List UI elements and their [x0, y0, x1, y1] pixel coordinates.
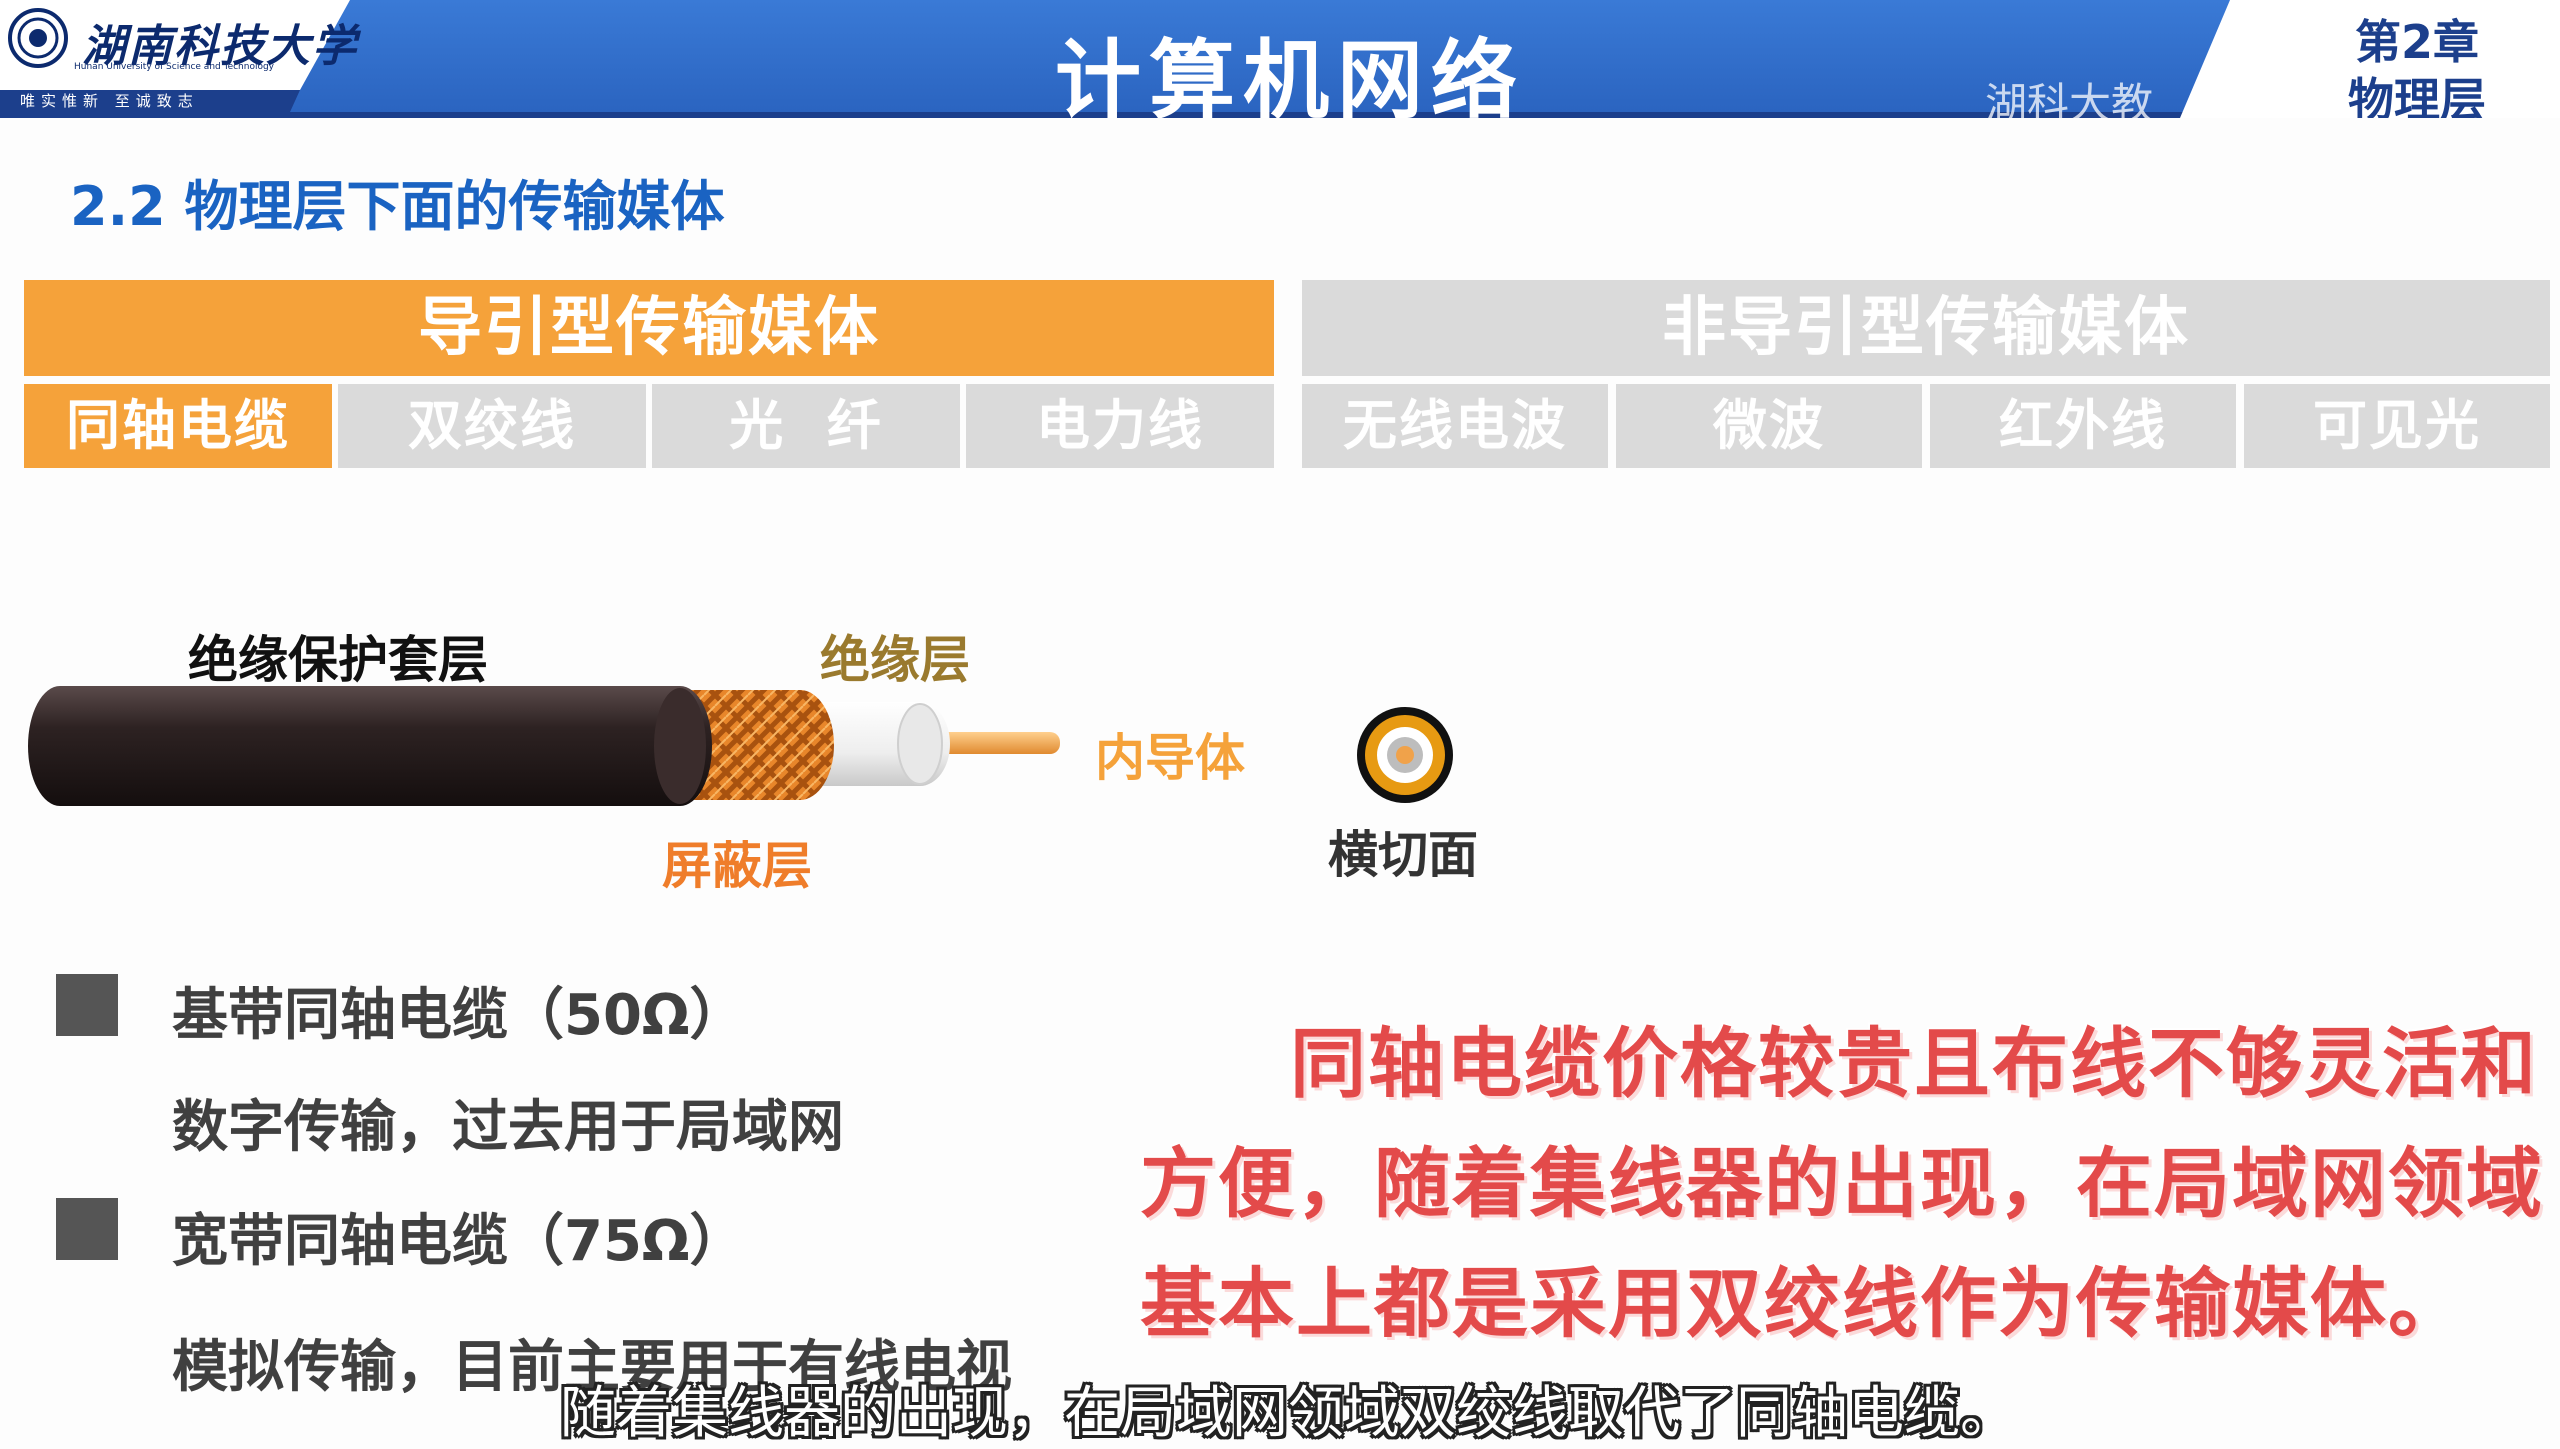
school-motto: 唯实惟新 至诚致志 — [20, 92, 199, 110]
category-unguided: 非导引型传输媒体 — [1302, 280, 2550, 376]
tab-infrared[interactable]: 红外线 — [1930, 384, 2236, 468]
chapter-number: 第2章 — [2355, 15, 2480, 69]
video-subtitle: 随着集线器的出现，在局域网领域双绞线取代了同轴电缆。 — [560, 1381, 2016, 1446]
bullet-title-baseband: 基带同轴电缆（50Ω） — [172, 983, 746, 1048]
section-title: 2.2 物理层下面的传输媒体 — [70, 175, 725, 238]
tab-coaxial-cable[interactable]: 同轴电缆 — [24, 384, 332, 468]
bullet-desc-baseband: 数字传输，过去用于局域网 — [172, 1095, 844, 1160]
note-line-3: 基本上都是采用双绞线作为传输媒体。 — [1140, 1259, 2466, 1348]
bullet-square — [56, 974, 118, 1036]
label-insulation: 绝缘层 — [820, 631, 970, 689]
tab-microwave[interactable]: 微波 — [1616, 384, 1922, 468]
note-line-1: 同轴电缆价格较贵且布线不够灵活和 — [1290, 1019, 2538, 1108]
label-inner-conductor: 内导体 — [1095, 729, 1245, 787]
tab-radio-wave[interactable]: 无线电波 — [1302, 384, 1608, 468]
jacket-layer — [28, 686, 712, 806]
label-shield: 屏蔽层 — [662, 837, 812, 895]
label-jacket: 绝缘保护套层 — [188, 631, 488, 689]
bullet-title-broadband: 宽带同轴电缆（75Ω） — [172, 1209, 746, 1274]
school-name-en: Hunan University of Science and Technolo… — [74, 62, 275, 72]
category-guided: 导引型传输媒体 — [24, 280, 1274, 376]
tab-visible-light[interactable]: 可见光 — [2244, 384, 2550, 468]
tab-twisted-pair[interactable]: 双绞线 — [338, 384, 646, 468]
chapter-name: 物理层 — [2348, 73, 2486, 118]
university-logo-icon — [8, 8, 68, 68]
cross-section-icon — [1357, 707, 1453, 803]
bullet-square — [56, 1198, 118, 1260]
header-bar: 湖南科技大学 Hunan University of Science and T… — [0, 0, 2560, 118]
label-cross-section: 横切面 — [1328, 826, 1478, 884]
tab-power-line[interactable]: 电力线 — [966, 384, 1274, 468]
course-title: 计算机网络 — [1055, 31, 1525, 118]
tab-optical-fiber[interactable]: 光 纤 — [652, 384, 960, 468]
watermark-text: 湖科大教 — [1985, 79, 2154, 118]
note-line-2: 方便，随着集线器的出现，在局域网领域 — [1140, 1139, 2544, 1228]
